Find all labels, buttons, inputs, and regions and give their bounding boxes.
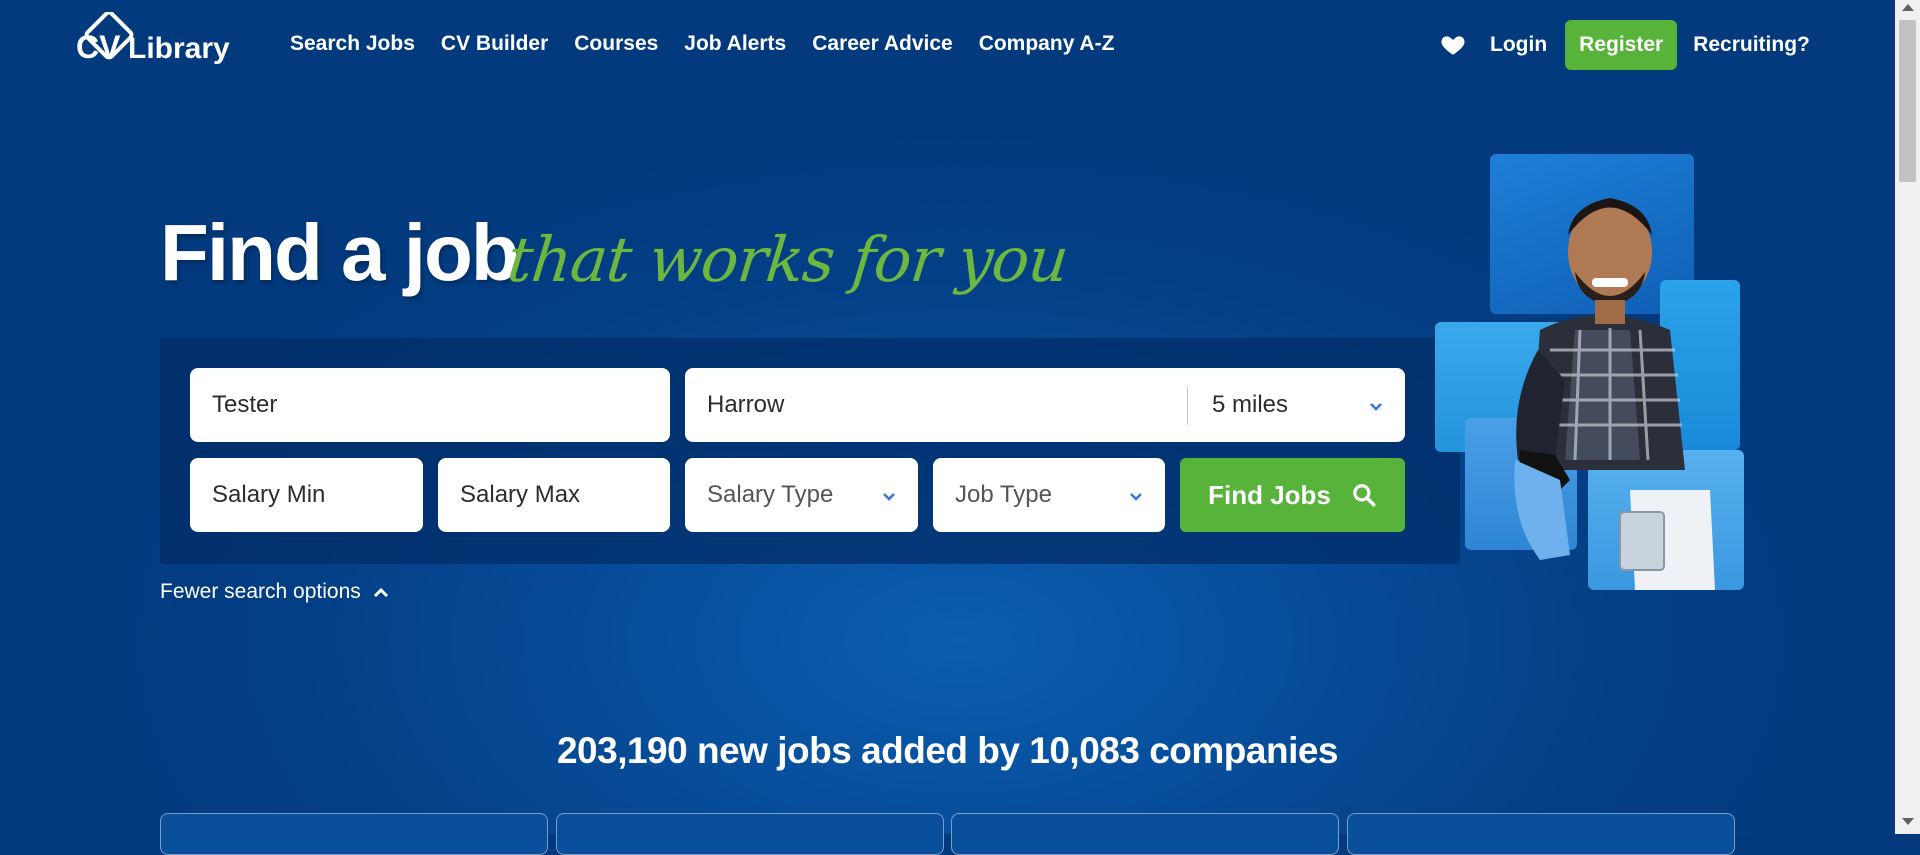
salary-type-label: Salary Type [707, 481, 834, 508]
register-button[interactable]: Register [1565, 20, 1678, 70]
category-card[interactable] [556, 813, 944, 855]
chevron-down-icon [1130, 493, 1142, 501]
category-card[interactable] [951, 813, 1339, 855]
login-link[interactable]: Login [1490, 33, 1547, 57]
fewer-search-options-toggle[interactable]: Fewer search options [160, 580, 389, 604]
nav-search-jobs[interactable]: Search Jobs [290, 28, 415, 60]
location-value: Harrow [707, 391, 785, 418]
distance-value: 5 miles [1212, 391, 1289, 418]
salary-type-select[interactable]: Salary Type [685, 458, 918, 532]
scroll-up-arrow-icon[interactable] [1902, 4, 1914, 11]
hero-image-collage [1430, 150, 1770, 600]
category-card[interactable] [1347, 813, 1735, 855]
main-nav: Search Jobs CV Builder Courses Job Alert… [290, 28, 1140, 60]
find-jobs-button[interactable]: Find Jobs [1180, 458, 1405, 532]
keywords-input[interactable]: Tester [190, 368, 670, 442]
location-divider [1187, 387, 1188, 425]
recruiting-link[interactable]: Recruiting? [1693, 33, 1810, 57]
worker-photo [1514, 198, 1715, 590]
heart-icon[interactable] [1440, 32, 1466, 58]
find-jobs-label: Find Jobs [1208, 479, 1331, 510]
stats-headline: 203,190 new jobs added by 10,083 compani… [556, 730, 1339, 771]
job-type-select[interactable]: Job Type [933, 458, 1165, 532]
nav-courses[interactable]: Courses [574, 28, 658, 60]
search-icon [1353, 484, 1376, 507]
cv-library-logo[interactable]: CV Library [74, 12, 242, 78]
salary-min-input[interactable]: Salary Min [190, 458, 423, 532]
chevron-down-icon [883, 493, 895, 501]
scroll-down-arrow-icon[interactable] [1902, 818, 1914, 825]
account-nav: Login Register Recruiting? [1440, 20, 1810, 70]
svg-text:Library: Library [128, 32, 230, 65]
hero-subtitle: that works for you [504, 223, 1072, 296]
chevron-up-icon [373, 587, 388, 598]
fewer-search-options-label: Fewer search options [160, 580, 361, 603]
nav-job-alerts[interactable]: Job Alerts [684, 28, 786, 60]
salary-max-input[interactable]: Salary Max [438, 458, 670, 532]
nav-career-advice[interactable]: Career Advice [812, 28, 952, 60]
page-scrollbar[interactable] [1895, 0, 1920, 834]
svg-text:CV: CV [76, 29, 121, 65]
category-card[interactable] [160, 813, 548, 855]
page: CV Library Search Jobs CV Builder Course… [0, 0, 1895, 855]
hero-title: Find a job [160, 208, 520, 297]
job-type-label: Job Type [955, 481, 1052, 508]
nav-cv-builder[interactable]: CV Builder [441, 28, 548, 60]
distance-select[interactable]: 5 miles [1190, 368, 1405, 442]
nav-company-a-z[interactable]: Company A-Z [979, 28, 1115, 60]
chevron-down-icon [1370, 403, 1382, 411]
scroll-thumb[interactable] [1899, 20, 1916, 182]
